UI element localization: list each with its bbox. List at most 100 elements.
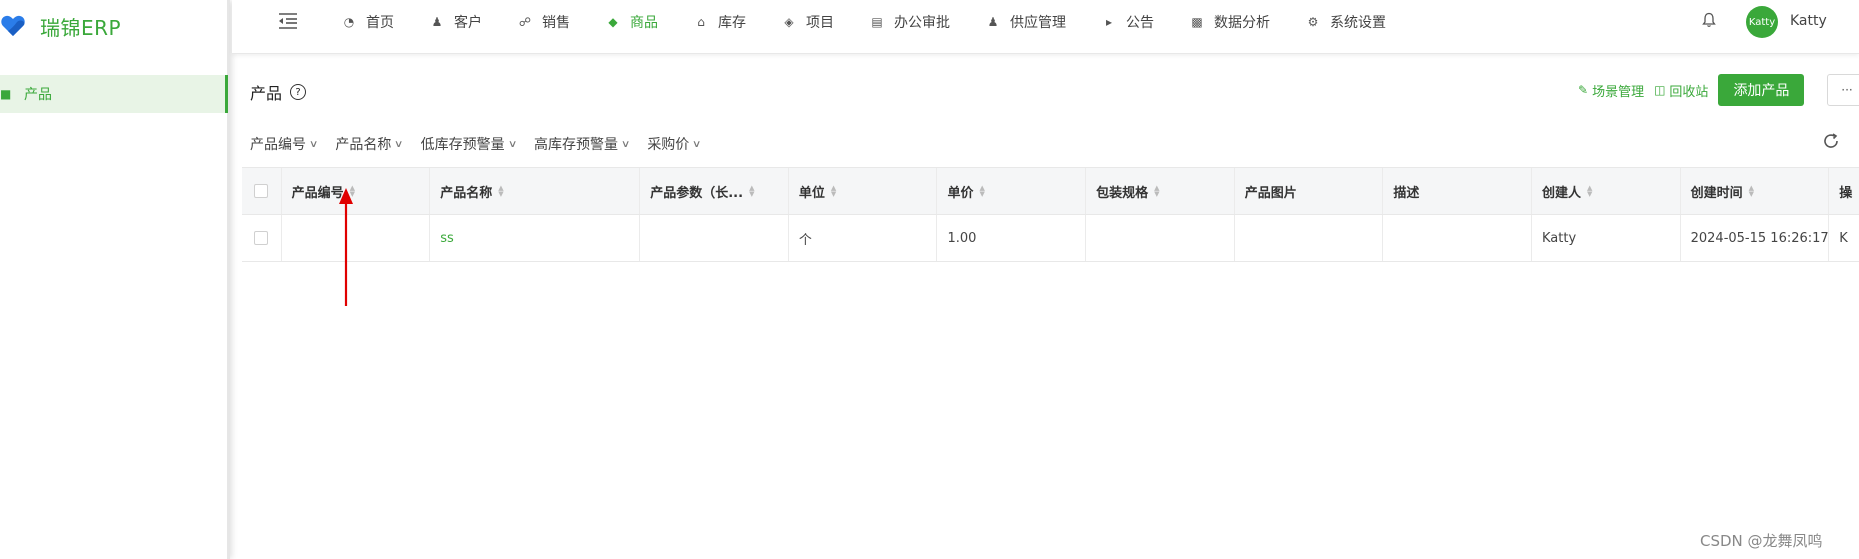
trash-icon: ◫ <box>1654 83 1666 97</box>
scene-manage-label: 场景管理 <box>1592 84 1645 100</box>
column-header[interactable]: 单价 ▲ ▼ <box>937 168 1087 214</box>
page-title-text: 产品 <box>250 84 283 103</box>
nav-label: 客户 <box>454 15 482 31</box>
filter-product-code[interactable]: 产品编号 ∨ <box>250 134 319 154</box>
nav-item-customers[interactable]: ♟ 客户 <box>430 12 482 32</box>
nav-label: 办公审批 <box>894 15 950 31</box>
toolbar-actions: ✎ 场景管理 ◫ 回收站 添加产品 <box>1578 74 1805 106</box>
chevron-down-icon: ∨ <box>692 138 702 150</box>
cell-extra: K <box>1839 230 1848 246</box>
nav-item-supply[interactable]: ♟ 供应管理 <box>986 12 1066 32</box>
column-header[interactable]: 创建人 ▲ ▼ <box>1532 168 1681 214</box>
nav-item-settings[interactable]: ⚙ 系统设置 <box>1306 12 1386 32</box>
filter-label: 高库存预警量 <box>533 137 618 153</box>
sidebar-item-product[interactable]: ■ 产品 <box>0 75 228 113</box>
help-icon[interactable]: ? <box>290 84 307 100</box>
sidebar-item-label: 产品 <box>24 87 52 103</box>
brand-name: 瑞锦ERP <box>40 15 122 40</box>
sort-icon[interactable]: ▲ ▼ <box>749 185 754 198</box>
filter-purchase-price[interactable]: 采购价 ∨ <box>647 134 702 154</box>
column-header[interactable]: 产品图片 <box>1235 168 1384 214</box>
table-header-row: 产品编号 ▲ ▼ 产品名称 ▲ ▼ 产品参数（长... ▲ ▼ 单位 ▲ ▼ 单价 ▲ ▼ 包装规格… <box>242 168 1859 215</box>
scene-manage-button[interactable]: ✎ 场景管理 <box>1578 81 1644 100</box>
column-label: 单价 <box>947 185 974 201</box>
cell-product-name-link[interactable]: ss <box>430 215 641 261</box>
sidebar: 瑞锦ERP ■ 产品 <box>0 0 230 559</box>
username[interactable]: Katty <box>1790 13 1827 29</box>
column-header[interactable]: 单位 ▲ ▼ <box>789 168 938 214</box>
column-header[interactable]: 描述 <box>1383 168 1532 214</box>
select-all-checkbox[interactable] <box>254 184 269 198</box>
sort-icon[interactable]: ▲ ▼ <box>1154 185 1159 198</box>
column-label: 创建时间 <box>1690 185 1743 201</box>
filter-label: 低库存预警量 <box>420 137 505 153</box>
column-header[interactable]: 操 <box>1829 168 1859 214</box>
erp-app: 瑞锦ERP ■ 产品 ◔ 首页 ♟ 客户 ☍ 销售 ◆ 商品 ⌂ 库存 ◈ 项目… <box>0 0 1859 559</box>
filter-bar: 产品编号 ∨ 产品名称 ∨ 低库存预警量 ∨ 高库存预警量 ∨ 采购价 ∨ <box>250 134 719 154</box>
row-checkbox[interactable] <box>254 231 269 245</box>
cell-product-params <box>640 215 789 261</box>
nav-item-approval[interactable]: ▤ 办公审批 <box>870 12 950 32</box>
megaphone-icon: ▸ <box>1105 15 1113 29</box>
cell-price: 1.00 <box>937 215 1087 261</box>
nav-label: 首页 <box>366 15 394 31</box>
nav-item-goods[interactable]: ◆ 商品 <box>606 12 658 32</box>
add-product-button[interactable]: 添加产品 <box>1718 74 1805 106</box>
nav-label: 商品 <box>630 15 658 31</box>
column-header[interactable]: 产品参数（长... ▲ ▼ <box>640 168 789 214</box>
users-icon: ♟ <box>431 15 443 29</box>
gem-icon: ◆ <box>608 15 618 29</box>
bell-icon[interactable] <box>1702 12 1716 28</box>
nav-label: 供应管理 <box>1010 15 1066 31</box>
dashboard-icon: ◔ <box>343 15 355 29</box>
filter-low-stock[interactable]: 低库存预警量 ∨ <box>420 134 517 154</box>
column-label: 包装规格 <box>1096 185 1149 201</box>
annotation-arrow <box>339 188 353 306</box>
sort-icon[interactable]: ▲ ▼ <box>1749 185 1754 198</box>
sort-icon[interactable]: ▲ ▼ <box>980 185 985 198</box>
filter-product-name[interactable]: 产品名称 ∨ <box>335 134 404 154</box>
nav-item-announcements[interactable]: ▸ 公告 <box>1102 12 1154 32</box>
nav-item-sales[interactable]: ☍ 销售 <box>518 12 570 32</box>
bar-chart-icon: ▩ <box>1191 15 1203 29</box>
nav-menu: ◔ 首页 ♟ 客户 ☍ 销售 ◆ 商品 ⌂ 库存 ◈ 项目 ▤ 办公审批 ♟ 供… <box>342 0 1422 44</box>
column-header[interactable]: 产品名称 ▲ ▼ <box>430 168 641 214</box>
recycle-bin-button[interactable]: ◫ 回收站 <box>1654 81 1708 100</box>
page-title: 产品 ? <box>250 80 307 104</box>
nav-item-inventory[interactable]: ⌂ 库存 <box>694 12 746 32</box>
column-label: 单位 <box>798 185 825 201</box>
row-select-cell <box>242 215 282 261</box>
cell-description <box>1383 215 1532 261</box>
top-navigation: ◔ 首页 ♟ 客户 ☍ 销售 ◆ 商品 ⌂ 库存 ◈ 项目 ▤ 办公审批 ♟ 供… <box>232 0 1859 54</box>
cell-image <box>1235 215 1384 261</box>
heart-logo-icon <box>1 15 25 37</box>
column-header[interactable]: 包装规格 ▲ ▼ <box>1086 168 1235 214</box>
avatar[interactable]: Katty <box>1746 6 1778 38</box>
more-button[interactable]: ··· <box>1827 74 1859 106</box>
sort-icon[interactable]: ▲ ▼ <box>1587 185 1592 198</box>
chevron-down-icon: ∨ <box>308 138 319 150</box>
monitor-icon: ■ <box>0 87 12 101</box>
nav-item-home[interactable]: ◔ 首页 <box>342 12 394 32</box>
filter-high-stock[interactable]: 高库存预警量 ∨ <box>533 134 631 154</box>
chevron-down-icon: ∨ <box>620 138 631 150</box>
layers-icon: ◈ <box>784 15 794 29</box>
column-header[interactable]: 创建时间 ▲ ▼ <box>1681 168 1830 214</box>
collapse-menu-icon[interactable] <box>277 11 299 31</box>
table-row[interactable]: ss 个 1.00 Katty 2024-05-15 16:26:17 K <box>242 215 1859 262</box>
nav-label: 销售 <box>542 15 570 31</box>
logo[interactable]: 瑞锦ERP <box>0 6 121 46</box>
nav-label: 库存 <box>718 15 746 31</box>
chevron-down-icon: ∨ <box>394 138 404 150</box>
refresh-icon[interactable] <box>1822 132 1840 150</box>
sort-icon[interactable]: ▲ ▼ <box>831 185 836 198</box>
column-label: 产品参数（长... <box>650 185 744 201</box>
nav-item-analytics[interactable]: ▩ 数据分析 <box>1190 12 1270 32</box>
document-icon: ▤ <box>871 15 883 29</box>
filter-label: 产品名称 <box>335 137 392 153</box>
column-label: 操 <box>1839 185 1853 201</box>
sort-icon[interactable]: ▲ ▼ <box>498 185 503 198</box>
cell-unit: 个 <box>789 215 938 261</box>
nav-item-projects[interactable]: ◈ 项目 <box>782 12 834 32</box>
filter-label: 产品编号 <box>250 137 306 153</box>
